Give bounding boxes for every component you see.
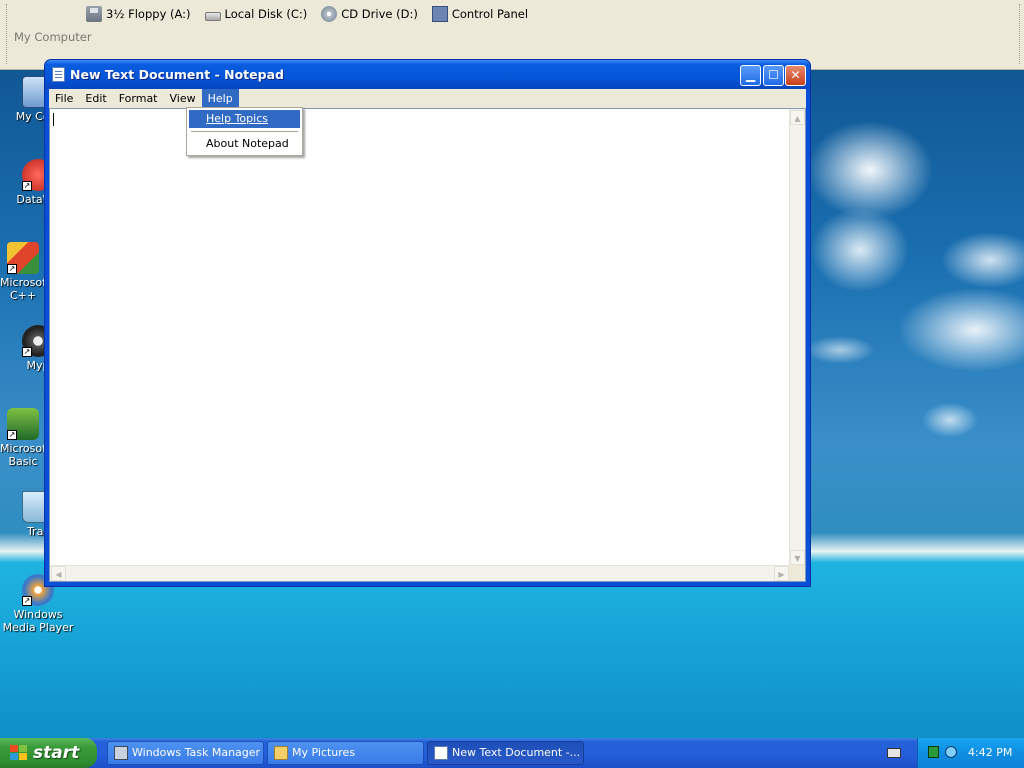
vertical-scrollbar[interactable]: ▲ ▼ [789,109,805,566]
menu-edit[interactable]: Edit [79,89,112,108]
task-manager-icon [114,746,128,760]
taskbar-button-my-pictures[interactable]: My Pictures [267,741,424,765]
network-icon[interactable] [928,746,939,758]
scroll-up-button[interactable]: ▲ [790,110,805,125]
horizontal-scrollbar[interactable]: ◀ ▶ [50,565,790,581]
window-title: New Text Document - Notepad [70,67,284,82]
start-label: start [33,743,80,763]
keyboard-icon[interactable] [887,748,901,758]
start-button[interactable]: start [0,738,97,768]
menu-item-help-topics[interactable]: Help Topics [189,110,300,128]
resize-grip[interactable] [789,565,805,581]
chevron-right-icon: ▶ [778,570,785,579]
control-panel-icon [431,6,448,22]
explorer-window-label: My Computer [14,30,92,44]
shortcut-arrow-icon: ↗ [22,181,32,191]
shortcut-arrow-icon: ↗ [7,264,17,274]
tray-app-icon[interactable] [945,746,957,758]
notepad-titlebar[interactable]: New Text Document - Notepad ▁ ☐ ✕ [45,60,810,89]
taskbar-button-label: My Pictures [292,746,356,759]
system-tray: 4:42 PM [917,738,1024,768]
minimize-icon: ▁ [745,68,756,82]
cd-drive-label: CD Drive (D:) [341,7,418,21]
help-dropdown-menu: Help Topics About Notepad [186,107,303,156]
text-caret [53,113,54,126]
desktop-icon-label: Microsoft C++ [0,276,51,302]
scroll-left-button[interactable]: ◀ [51,566,66,581]
menu-help[interactable]: Help [201,89,239,108]
shortcut-arrow-icon: ↗ [7,430,17,440]
menu-view[interactable]: View [164,89,202,108]
menu-bar: File Edit Format View Help [49,89,806,108]
chevron-up-icon: ▲ [794,114,801,123]
desktop-icon-visual-cpp[interactable]: ↗ Microsoft C++ [0,242,51,302]
floppy-drive-label: 3½ Floppy (A:) [106,7,191,21]
cd-drive-link[interactable]: CD Drive (D:) [321,6,418,22]
folder-icon [274,746,288,760]
notepad-window: New Text Document - Notepad ▁ ☐ ✕ File E… [44,59,811,587]
local-disk-link[interactable]: Local Disk (C:) [204,6,308,22]
toolbar-grip[interactable] [6,4,9,64]
menu-item-label: Help Topics [206,112,268,125]
scroll-down-button[interactable]: ▼ [790,550,805,565]
drive-links: 3½ Floppy (A:) Local Disk (C:) CD Drive … [86,6,528,22]
taskbar-button-task-manager[interactable]: Windows Task Manager [107,741,264,765]
desktop-icon-label: Microsoft Basic [0,442,51,468]
menu-format[interactable]: Format [113,89,164,108]
taskbar-button-label: Windows Task Manager [132,746,261,759]
visual-cpp-icon: ↗ [7,242,39,274]
chevron-left-icon: ◀ [55,570,62,579]
taskbar: start Windows Task Manager My Pictures N… [0,738,1024,768]
cd-drive-icon [321,6,338,22]
taskbar-button-label: New Text Document -... [452,746,581,759]
desktop-icon-label: Windows Media Player [2,608,74,634]
control-panel-label: Control Panel [451,7,529,21]
minimize-button[interactable]: ▁ [740,65,761,86]
text-editor-area[interactable]: ▲ ▼ ◀ ▶ [49,108,806,582]
notepad-icon[interactable] [52,67,65,82]
menu-item-about-notepad[interactable]: About Notepad [189,135,300,153]
taskbar-button-notepad[interactable]: New Text Document -... [427,741,584,765]
close-icon: ✕ [790,68,801,82]
floppy-drive-link[interactable]: 3½ Floppy (A:) [86,6,191,22]
toolbar-grip-right[interactable] [1019,4,1022,64]
shortcut-arrow-icon: ↗ [22,347,32,357]
notepad-icon [434,746,448,760]
windows-logo-icon [10,745,27,761]
maximize-icon: ☐ [768,68,779,82]
local-disk-label: Local Disk (C:) [224,7,308,21]
clock[interactable]: 4:42 PM [968,746,1012,759]
shortcut-arrow-icon: ↗ [22,596,32,606]
control-panel-link[interactable]: Control Panel [431,6,529,22]
floppy-icon [86,6,102,22]
menu-file[interactable]: File [49,89,79,108]
close-button[interactable]: ✕ [785,65,806,86]
maximize-button[interactable]: ☐ [763,65,784,86]
hard-disk-icon [204,11,221,21]
chevron-down-icon: ▼ [794,554,801,563]
scroll-right-button[interactable]: ▶ [774,566,789,581]
visual-basic-icon: ↗ [7,408,39,440]
menu-separator [191,131,298,132]
menu-item-label: About Notepad [206,137,289,150]
desktop-icon-visual-basic[interactable]: ↗ Microsoft Basic [0,408,51,468]
